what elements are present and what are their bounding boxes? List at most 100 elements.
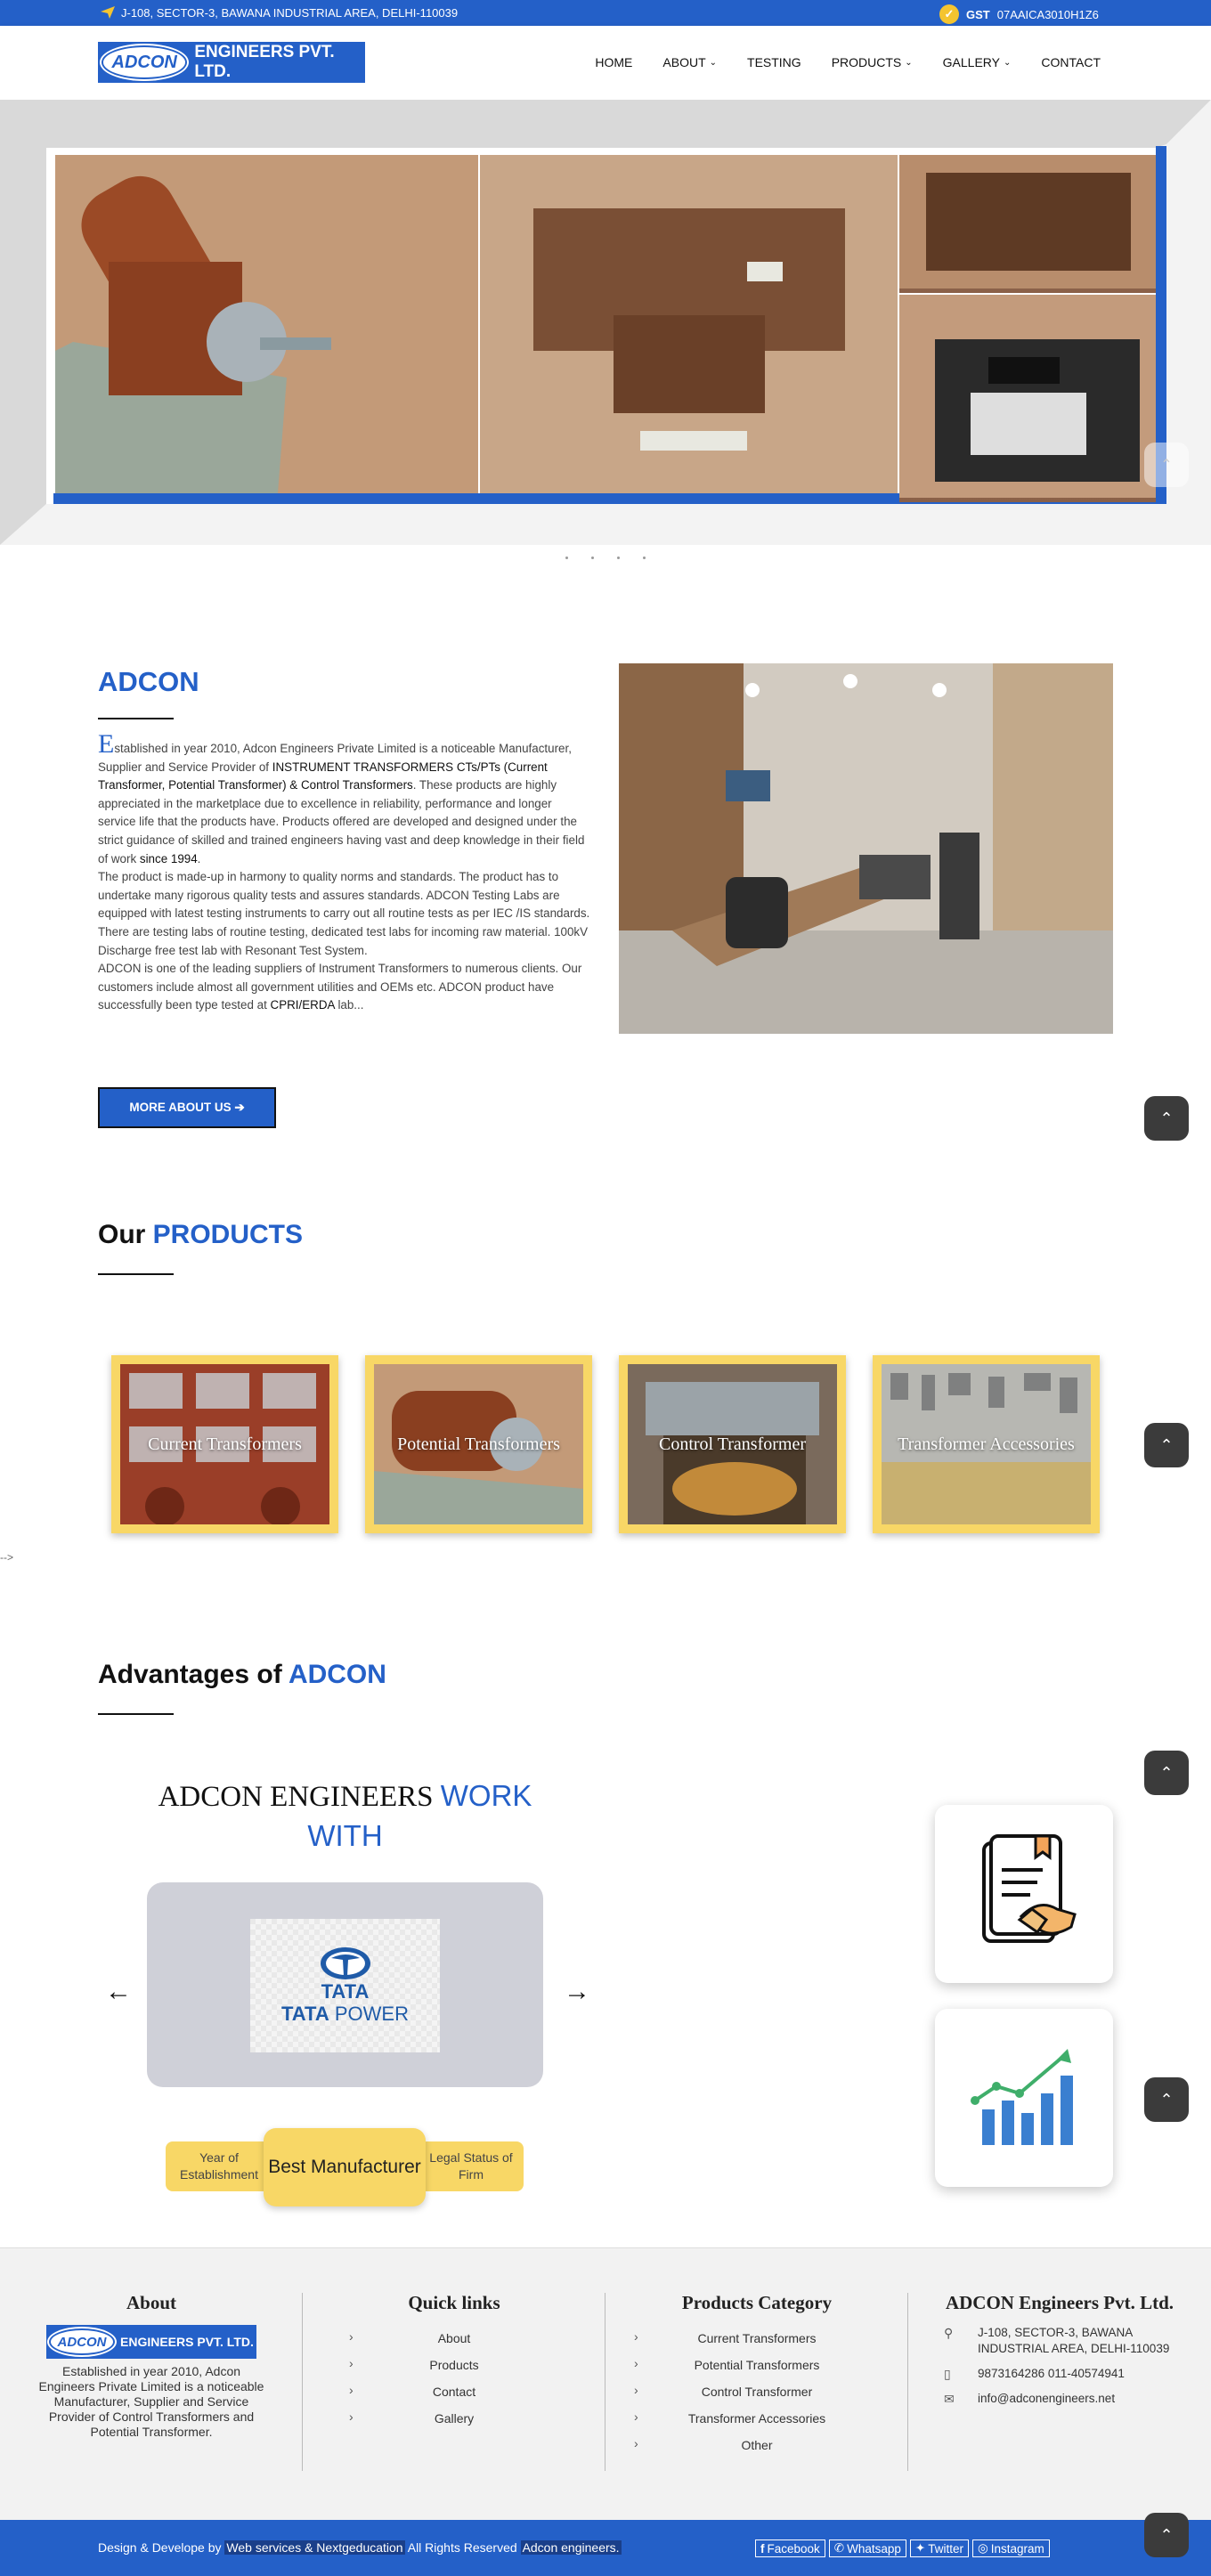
logo-mark: ADCON: [102, 45, 188, 79]
footer-category-other[interactable]: › Other: [634, 2432, 864, 2458]
nav-label: TESTING: [747, 55, 801, 69]
footer-category-label: Transformer Accessories: [687, 2411, 826, 2426]
footer-phone-row[interactable]: ▯ 9873164286 011-40574941: [944, 2366, 1175, 2382]
credit-c: All Rights Reserved: [404, 2540, 521, 2555]
advantage-card-growth: [935, 2009, 1113, 2187]
footer-category-label: Potential Transformers: [694, 2358, 820, 2372]
footer-address-row: ⚲ J-108, SECTOR-3, BAWANA INDUSTRIAL AREA…: [944, 2325, 1175, 2357]
social-links: f Facebook ✆ Whatsapp ✦ Twitter ◎ Instagram: [755, 2539, 1050, 2557]
footer-link-contact[interactable]: › Contact: [349, 2378, 543, 2405]
site-logo[interactable]: ADCON ENGINEERS PVT. LTD.: [98, 42, 365, 83]
footer-logo-company: ENGINEERS PVT. LTD.: [120, 2335, 254, 2349]
hero-image-transformer-terminal: [899, 295, 1156, 502]
main-nav: HOME ABOUT ⌄ TESTING PRODUCTS ⌄ GALLERY ⌄ C…: [595, 55, 1101, 69]
footer-contact-column: ADCON Engineers Pvt. Ltd. ⚲ J-108, SECTOR…: [944, 2292, 1175, 2416]
nav-about[interactable]: ABOUT ⌄: [662, 55, 717, 69]
footer-link-label: About: [437, 2331, 471, 2345]
chevron-right-icon: ›: [634, 2409, 638, 2424]
footer-contact-heading: ADCON Engineers Pvt. Ltd.: [945, 2292, 1174, 2313]
twitter-icon: ✦: [914, 2541, 926, 2555]
location-arrow-icon: [101, 6, 115, 19]
scroll-top-button[interactable]: ⌃: [1144, 1096, 1189, 1141]
about-p1-e: .: [197, 851, 201, 865]
slider-dot[interactable]: [617, 557, 620, 559]
product-image: Control Transformer: [628, 1364, 837, 1524]
footer-category-accessories[interactable]: › Transformer Accessories: [634, 2405, 864, 2432]
envelope-icon: ✉: [944, 2392, 955, 2406]
stray-comment-text: -->: [0, 1551, 13, 1564]
chevron-right-icon: ›: [349, 2409, 354, 2424]
scroll-top-button[interactable]: ⌃: [1144, 1751, 1189, 1795]
facebook-icon: f: [760, 2541, 765, 2556]
advantages-title-b: ADCON: [288, 1660, 386, 1689]
about-p1-d: since 1994: [139, 851, 198, 865]
carousel-next-button[interactable]: →: [564, 1977, 590, 2007]
footer-logo-mark: ADCON: [49, 2328, 115, 2355]
footer-quick-links-column: Quick links › About › Products › Contact › G…: [349, 2292, 543, 2432]
footer-address: J-108, SECTOR-3, BAWANA INDUSTRIAL AREA,…: [978, 2326, 1170, 2355]
product-card-control-transformer[interactable]: Control Transformer: [619, 1355, 846, 1533]
product-card-transformer-accessories[interactable]: Transformer Accessories: [873, 1355, 1100, 1533]
pill-best-manufacturer[interactable]: Best Manufacturer: [264, 2128, 426, 2206]
carousel-prev-button[interactable]: ←: [105, 1977, 132, 2007]
advantages-title-underline: [98, 1713, 174, 1715]
footer-link-gallery[interactable]: › Gallery: [349, 2405, 543, 2432]
client-logo-tata-power: TATA TATA POWER: [250, 1919, 440, 2052]
growth-chart-icon: [971, 2049, 1073, 2145]
nav-testing[interactable]: TESTING: [747, 55, 801, 69]
footer-email: info@adconengineers.net: [978, 2392, 1116, 2405]
scroll-top-button[interactable]: ⌃: [1144, 2513, 1189, 2557]
nav-home[interactable]: HOME: [595, 55, 632, 69]
footer-email-row[interactable]: ✉ info@adconengineers.net: [944, 2391, 1175, 2407]
about-text: Established in year 2010, Adcon Engineer…: [98, 731, 592, 1015]
more-about-us-button[interactable]: MORE ABOUT US ➔: [98, 1087, 276, 1128]
scroll-top-button[interactable]: ⌃: [1144, 1423, 1189, 1467]
slider-dot[interactable]: [565, 557, 568, 559]
footer-contact-details: ⚲ J-108, SECTOR-3, BAWANA INDUSTRIAL AREA…: [944, 2325, 1175, 2407]
product-label: Current Transformers: [148, 1434, 302, 1454]
social-label: Twitter: [928, 2541, 963, 2556]
scroll-top-button-faded[interactable]: ⌃: [1144, 443, 1189, 487]
products-title: Our PRODUCTS: [98, 1220, 303, 1250]
work-title-a: ADCON ENGINEERS: [158, 1781, 441, 1813]
chevron-right-icon: ›: [634, 2436, 638, 2450]
slider-dot[interactable]: [591, 557, 594, 559]
scroll-top-button[interactable]: ⌃: [1144, 2077, 1189, 2122]
nav-products[interactable]: PRODUCTS ⌄: [832, 55, 913, 69]
slider-dot[interactable]: [643, 557, 646, 559]
footer-divider: [302, 2293, 303, 2471]
nav-gallery[interactable]: GALLERY ⌄: [943, 55, 1012, 69]
footer-category-current[interactable]: › Current Transformers: [634, 2325, 864, 2352]
footer-about-heading: About: [126, 2292, 177, 2313]
product-card-potential-transformers[interactable]: Potential Transformers: [365, 1355, 592, 1533]
product-label: Potential Transformers: [397, 1434, 560, 1454]
footer-logo[interactable]: ADCON ENGINEERS PVT. LTD.: [46, 2325, 256, 2359]
pill-year-of-establishment[interactable]: Year of Establishment: [166, 2141, 272, 2191]
footer-divider: [605, 2293, 606, 2471]
company-link[interactable]: Adcon engineers.: [520, 2540, 622, 2555]
copyright-bar: Design & Develope by Web services & Next…: [0, 2520, 1211, 2576]
footer-link-about[interactable]: › About: [349, 2325, 543, 2352]
pill-legal-status[interactable]: Legal Status of Firm: [419, 2141, 524, 2191]
developer-link[interactable]: Web services & Nextgeducation: [224, 2540, 405, 2555]
product-image: Current Transformers: [120, 1364, 329, 1524]
about-p2: The product is made-up in harmony to qua…: [98, 870, 590, 957]
footer-link-products[interactable]: › Products: [349, 2352, 543, 2378]
hero-image-stack: [899, 155, 1156, 502]
twitter-link[interactable]: ✦ Twitter: [909, 2539, 969, 2557]
footer-category-control[interactable]: › Control Transformer: [634, 2378, 864, 2405]
instagram-link[interactable]: ◎ Instagram: [971, 2539, 1050, 2557]
chevron-up-icon: ⌃: [1159, 1763, 1174, 1782]
nav-contact[interactable]: CONTACT: [1041, 55, 1101, 69]
social-label: Instagram: [990, 2541, 1044, 2556]
product-card-current-transformers[interactable]: Current Transformers: [111, 1355, 338, 1533]
top-info-bar: J-108, SECTOR-3, BAWANA INDUSTRIAL AREA,…: [0, 0, 1211, 26]
whatsapp-link[interactable]: ✆ Whatsapp: [828, 2539, 906, 2557]
chevron-down-icon: ⌄: [709, 57, 718, 68]
facebook-link[interactable]: f Facebook: [755, 2539, 825, 2557]
social-label: Whatsapp: [847, 2541, 901, 2556]
footer-quick-heading: Quick links: [408, 2292, 500, 2313]
products-title-a: Our: [98, 1220, 153, 1249]
footer-category-potential[interactable]: › Potential Transformers: [634, 2352, 864, 2378]
product-image: Transformer Accessories: [882, 1364, 1091, 1524]
